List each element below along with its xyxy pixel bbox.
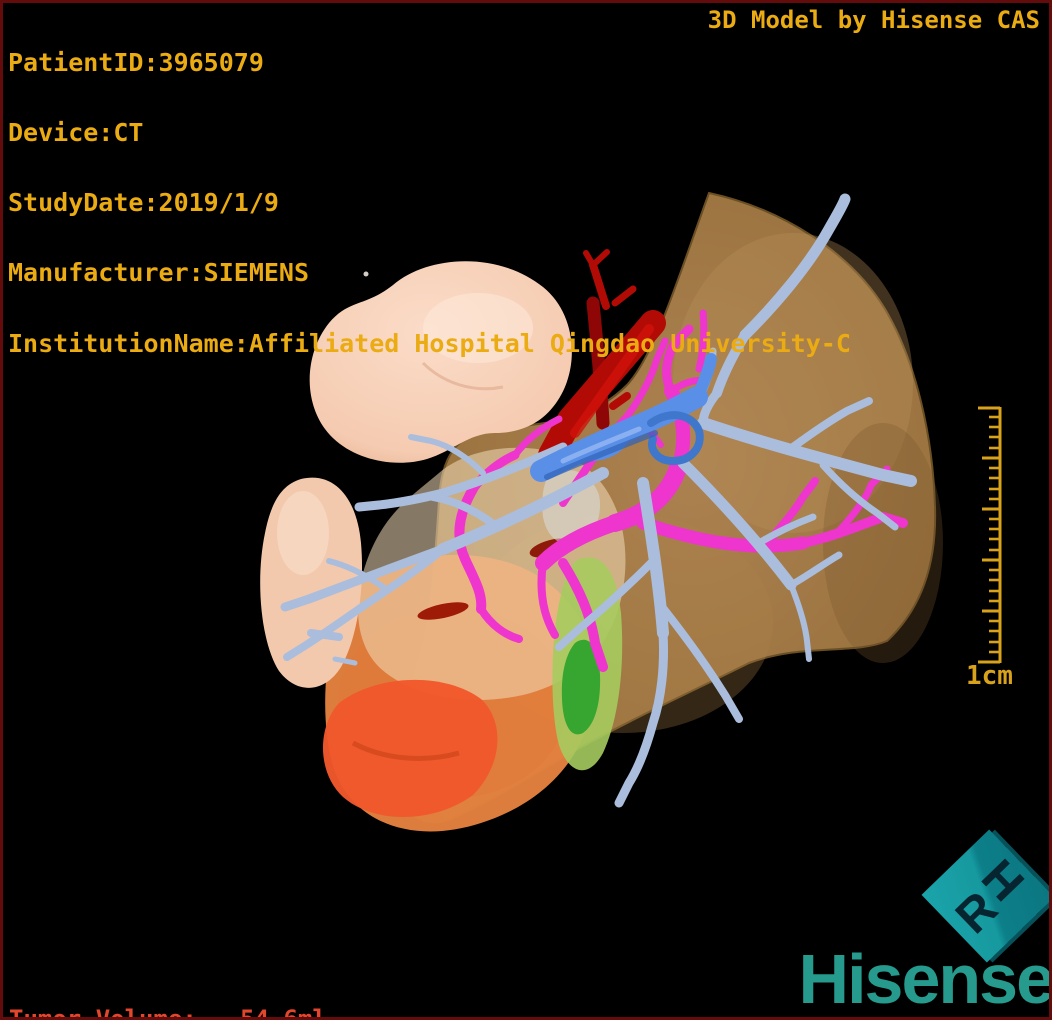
- gallbladder-structure: [552, 557, 623, 771]
- volume-readout: Tumor Volume:54.6ml Liver Volume:168.6ml: [9, 944, 327, 1020]
- scale-ruler: [978, 406, 1002, 664]
- patient-info-block: PatientID:3965079 Device:CT StudyDate:20…: [8, 4, 851, 402]
- manufacturer-line: Manufacturer:SIEMENS: [8, 258, 310, 288]
- hisense-logo: Hisense: [798, 940, 1052, 1018]
- model-credit: 3D Model by Hisense CAS: [707, 6, 1040, 34]
- tumor-volume-value: 54.6ml: [240, 1005, 327, 1020]
- viewer-frame: PatientID:3965079 Device:CT StudyDate:20…: [0, 0, 1052, 1020]
- institution-line: InstitutionName:Affiliated Hospital Qing…: [8, 328, 851, 358]
- tumor-volume-label: Tumor Volume:: [9, 1005, 197, 1020]
- device-line: Device:CT: [8, 118, 144, 148]
- scale-label: 1cm: [966, 661, 1013, 691]
- patient-id-line: PatientID:3965079: [8, 47, 264, 77]
- study-date-line: StudyDate:2019/1/9: [8, 188, 279, 218]
- tumor-volume-line: Tumor Volume: 54.6ml: [9, 1004, 327, 1020]
